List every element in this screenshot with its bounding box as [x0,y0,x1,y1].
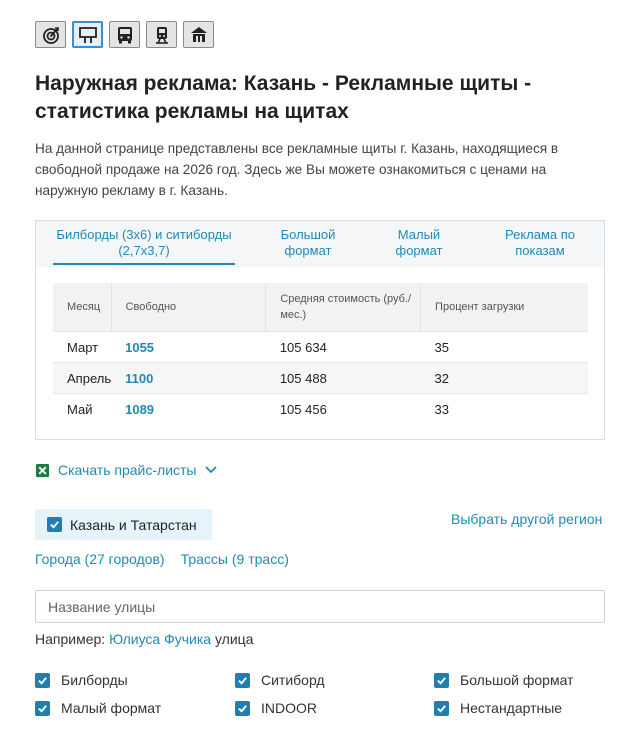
checkbox-checked-icon[interactable] [235,672,250,688]
page-intro: На данной странице представлены все рекл… [35,141,559,198]
region-chip[interactable]: Казань и Татарстан [35,509,212,540]
transport-ad-type-button[interactable] [109,21,140,48]
download-price-lists-link[interactable]: Скачать прайс-листы [35,462,217,478]
cell-free: 1089 [111,393,266,424]
cell-load: 32 [420,362,588,394]
cell-month: Апрель [53,362,112,394]
train-icon [155,26,168,44]
page-title: Наружная реклама: Казань - Рекламные щит… [35,72,532,123]
tab-impressions[interactable]: Реклама по показам [491,227,589,259]
col-header-month: Месяц [53,283,112,332]
example-suffix: улица [214,631,254,647]
bus-icon [117,26,132,43]
cell-load: 35 [420,331,588,363]
cell-avg-price: 105 634 [265,331,421,363]
subregion-links: Города (27 городов) Трассы (9 трасс) [35,551,289,567]
filter-cityboard[interactable]: Ситиборд [235,672,325,688]
checkbox-checked-icon[interactable] [35,672,50,688]
table-row: Май 1089 105 456 33 [53,393,588,424]
checkbox-checked-icon[interactable] [35,700,50,716]
table-row: Март 1055 105 634 35 [53,331,588,363]
cell-free: 1100 [111,362,266,394]
cell-avg-price: 105 488 [265,362,421,394]
checkbox-checked-icon[interactable] [47,517,62,532]
example-prefix: Например: [35,631,106,647]
filter-nonstandard[interactable]: Нестандартные [434,700,562,716]
filter-label: Малый формат [61,700,162,716]
filter-label: INDOOR [261,700,317,716]
filter-billboards[interactable]: Билборды [35,672,128,688]
billboard-icon [78,26,97,43]
example-hint: Например: Юлиуса Фучика улица [35,631,253,647]
tab-small-format[interactable]: Малый формат [381,227,457,259]
street-search-input[interactable] [35,590,605,623]
tab-large-format[interactable]: Большой формат [268,227,348,259]
target-icon [42,26,59,44]
table-header-row: Месяц Свободно Средняя стоимость (руб./м… [53,283,588,332]
cities-link[interactable]: Города (27 городов) [35,551,165,567]
filter-label: Ситиборд [261,672,325,688]
cell-avg-price: 105 456 [265,393,421,424]
stats-panel: Билборды (3x6) и ситиборды (2,7x3,7) Бол… [35,220,605,440]
format-filters: Билборды Ситиборд Большой формат Малый ф… [35,672,605,732]
checkbox-checked-icon[interactable] [434,672,449,688]
filter-label: Большой формат [460,672,574,688]
example-street-link[interactable]: Юлиуса Фучика [109,631,211,647]
metro-ad-type-button[interactable] [146,21,177,48]
filter-indoor[interactable]: INDOOR [235,700,317,716]
cell-month: Март [53,331,112,363]
table-row: Апрель 1100 105 488 32 [53,362,588,394]
cell-free: 1055 [111,331,266,363]
target-ad-type-button[interactable] [35,21,66,48]
filter-label: Нестандартные [460,700,563,716]
format-tabs: Билборды (3x6) и ситиборды (2,7x3,7) Бол… [36,221,604,267]
ad-type-icon-bar [35,21,214,48]
col-header-free: Свободно [110,283,266,332]
billboard-ad-type-button[interactable] [72,21,103,48]
stats-table: Месяц Свободно Средняя стоимость (руб./м… [53,283,588,424]
col-header-load: Процент загрузки [420,283,588,332]
filter-small-format[interactable]: Малый формат [35,700,161,716]
cell-load: 33 [420,393,588,424]
cell-month: Май [53,393,112,424]
checkbox-checked-icon[interactable] [235,700,250,716]
excel-icon [35,463,50,477]
tab-billboards[interactable]: Билборды (3x6) и ситиборды (2,7x3,7) [53,227,235,265]
stats-table-wrapper: Месяц Свободно Средняя стоимость (руб./м… [53,283,588,424]
chevron-down-icon [204,466,217,474]
region-label: Казань и Татарстан [70,516,197,533]
routes-link[interactable]: Трассы (9 трасс) [181,551,289,567]
checkbox-checked-icon[interactable] [434,700,449,716]
building-icon [190,26,207,42]
indoor-ad-type-button[interactable] [183,21,214,48]
filter-label: Билборды [61,672,128,688]
col-header-avg-price: Средняя стоимость (руб./мес.) [265,283,421,332]
choose-other-region-link[interactable]: Выбрать другой регион [451,511,602,527]
download-label: Скачать прайс-листы [58,462,197,478]
filter-large-format[interactable]: Большой формат [434,672,573,688]
